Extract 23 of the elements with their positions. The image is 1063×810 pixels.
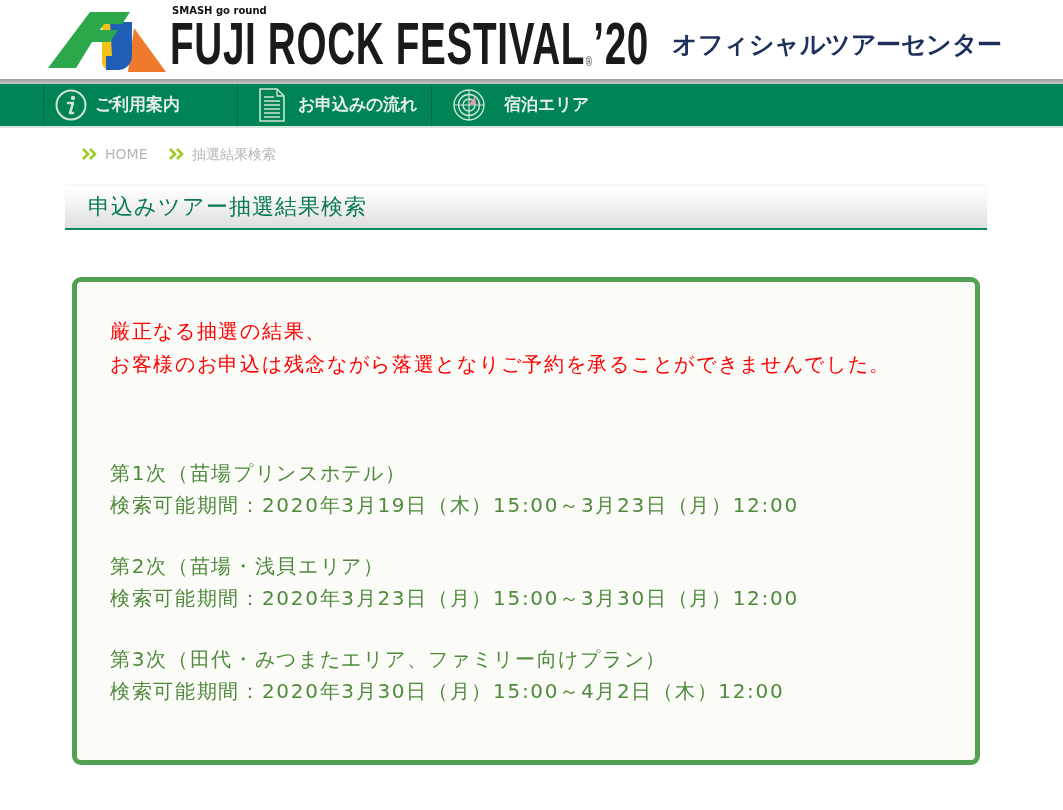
festival-logo-year: ’20 <box>593 20 649 68</box>
nav-link[interactable]: お申込みの流れ <box>237 84 431 126</box>
document-icon <box>259 88 285 122</box>
chevron-icon <box>82 148 97 160</box>
round-title: 第2次（苗場・浅貝エリア） <box>110 553 386 580</box>
section-heading: 申込みツアー抽選結果検索 <box>88 193 367 221</box>
search-period: 検索可能期間：2020年3月23日（月）15:00～3月30日（月）12:00 <box>110 585 800 612</box>
search-period: 検索可能期間：2020年3月30日（月）15:00～4月2日（木）12:00 <box>110 678 786 705</box>
site-subtitle: オフィシャルツアーセンター <box>672 29 1002 61</box>
target-icon <box>453 89 485 121</box>
breadcrumb-link[interactable]: 抽選結果検索 <box>192 143 277 165</box>
registered-mark: ® <box>585 55 592 68</box>
info-icon <box>55 89 87 121</box>
chevron-icon <box>169 148 185 160</box>
search-period: 検索可能期間：2020年3月19日（木）15:00～3月23日（月）12:00 <box>110 492 800 519</box>
logo-tagline: SMASH go round <box>172 5 267 17</box>
round-title: 第1次（苗場プリンスホテル） <box>110 460 408 487</box>
lottery-result-message: 厳正なる抽選の結果、 お客様のお申込は残念ながら落選となりご予約を承ることができませんでした。 <box>110 318 893 378</box>
festival-logo-title: FUJI ROCK FESTIVAL <box>170 20 586 68</box>
round-title: 第3次（田代・みつまたエリア、ファミリー向けプラン） <box>110 646 668 673</box>
nav-link[interactable]: 宿泊エリア <box>431 84 625 126</box>
nav-link[interactable]: ご利用案内 <box>43 84 237 126</box>
breadcrumb-link[interactable]: HOME <box>105 143 148 165</box>
